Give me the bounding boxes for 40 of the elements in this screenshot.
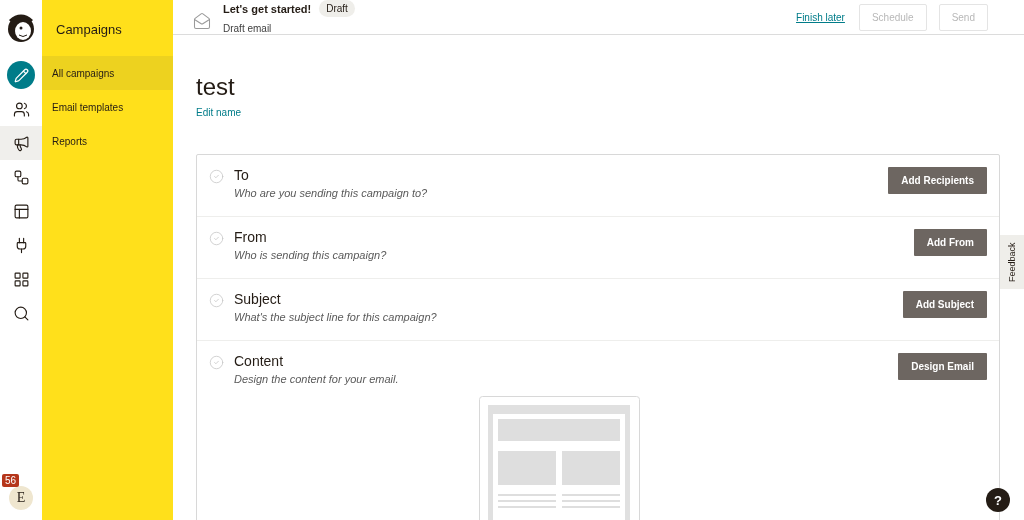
grid-icon — [12, 270, 30, 288]
step-title: Content — [234, 353, 285, 369]
edit-name-link[interactable]: Edit name — [196, 107, 242, 118]
check-circle-icon — [209, 169, 224, 184]
step-button[interactable]: Design Email — [898, 353, 987, 380]
notification-count: 56 — [2, 474, 20, 487]
step-hint: What's the subject line for this campaign? — [234, 311, 438, 323]
step-title: From — [234, 229, 268, 245]
step-title: Subject — [234, 291, 282, 307]
search-icon — [12, 304, 30, 322]
check-circle-icon — [209, 293, 224, 308]
sidebar-item[interactable]: All campaigns — [42, 56, 173, 90]
monkey-logo-icon — [6, 12, 36, 44]
feedback-tab[interactable]: Feedback — [1000, 235, 1024, 289]
pencil-icon — [13, 67, 29, 83]
account-avatar[interactable]: E — [9, 486, 33, 510]
layout-icon — [12, 202, 30, 220]
megaphone-icon — [12, 134, 30, 152]
nav-button[interactable] — [0, 126, 42, 160]
help-button[interactable]: ? — [986, 488, 1010, 512]
sidebar-item[interactable]: Reports — [42, 124, 173, 158]
campaign-name: test — [196, 73, 236, 101]
step-hint: Who is sending this campaign? — [234, 249, 388, 261]
step-button[interactable]: Add From — [913, 229, 987, 256]
step-hint: Who are you sending this campaign to? — [234, 187, 429, 199]
step-title: To — [234, 167, 250, 183]
sidebar-title: Campaigns — [55, 21, 123, 39]
flow-icon — [12, 168, 30, 186]
header-title: Let's get started! — [223, 2, 312, 15]
check-circle-icon — [209, 231, 224, 246]
header-subtitle: Draft email — [223, 23, 273, 34]
status-pill: Draft — [319, 0, 355, 17]
step-button[interactable]: Add Subject — [902, 291, 987, 318]
step-button[interactable]: Add Recipients — [888, 167, 987, 194]
check-circle-icon — [209, 355, 224, 370]
people-icon — [12, 100, 30, 118]
finish-later-link[interactable]: Finish later — [796, 11, 845, 23]
sidebar-item[interactable]: Email templates — [42, 90, 173, 124]
envelope-icon — [193, 12, 211, 30]
step-hint: Design the content for your email. — [234, 373, 400, 385]
